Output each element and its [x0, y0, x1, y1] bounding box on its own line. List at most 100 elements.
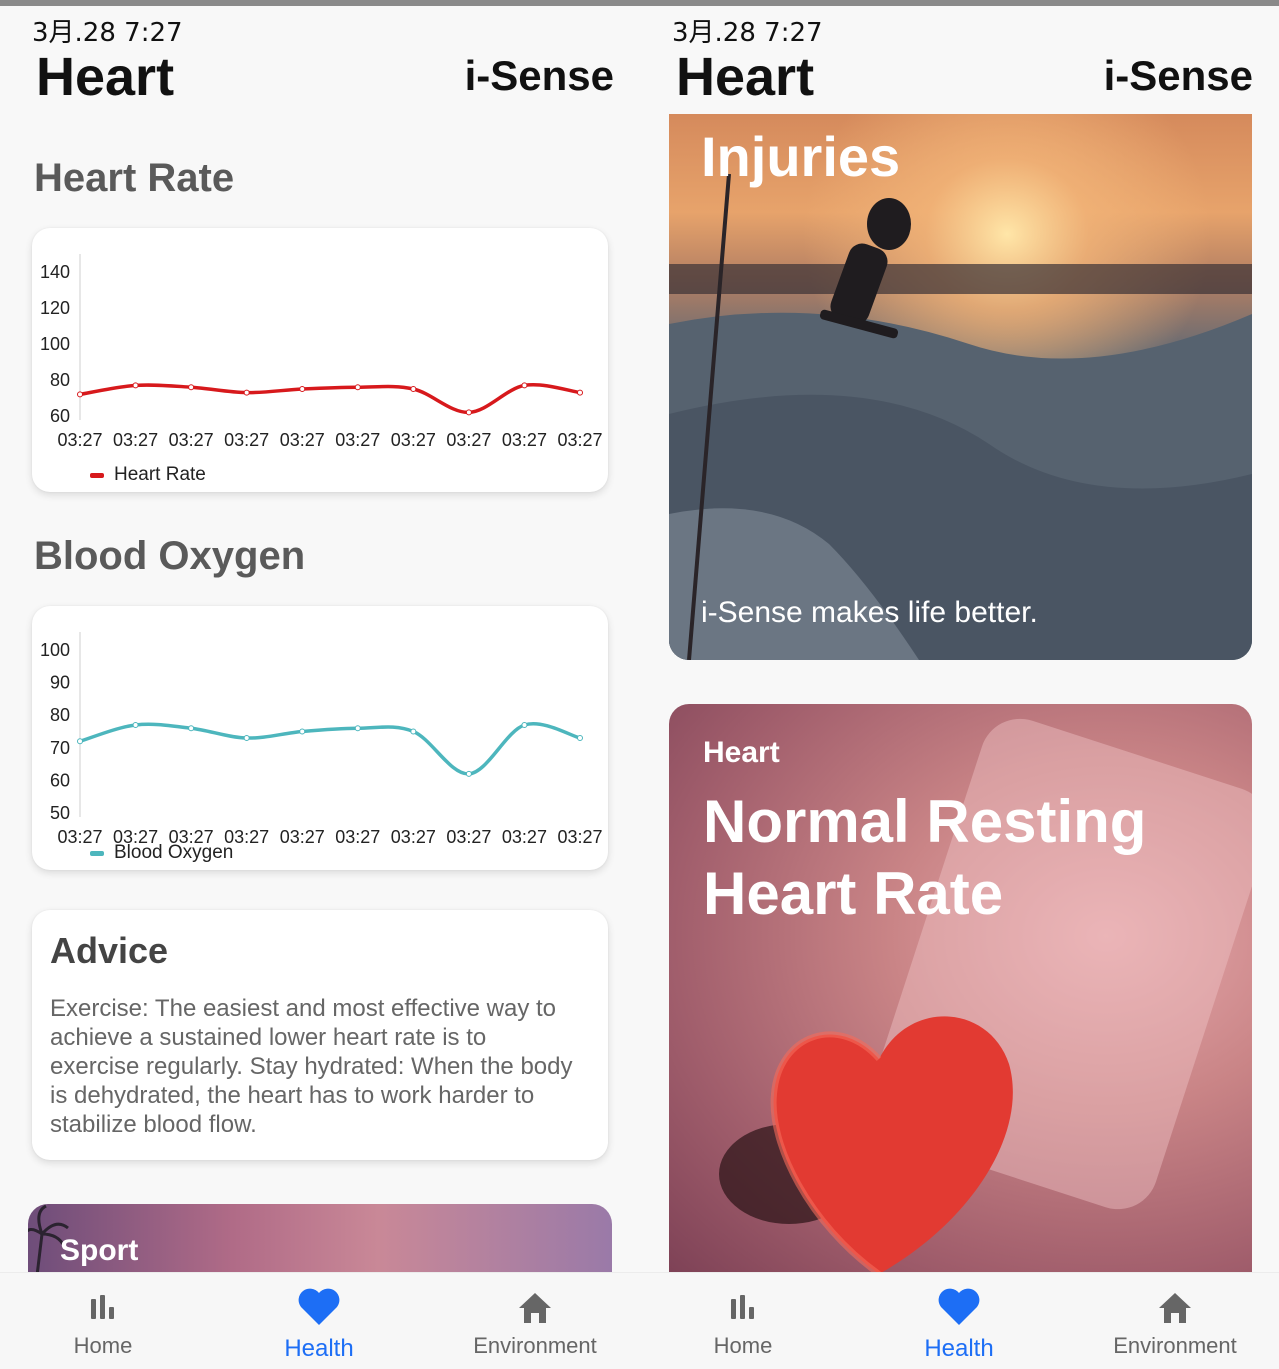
heart-rate-data-point: [77, 391, 83, 398]
heart-rate-y-tick-label: 100: [40, 334, 70, 354]
heart-rate-data-point: [132, 382, 139, 389]
heart-article-card[interactable]: Heart Normal Resting Heart Rate: [669, 704, 1252, 1284]
heart-rate-data-point: [188, 384, 195, 391]
heart-rate-x-tick-label: 03:27: [169, 430, 214, 450]
blood-oxygen-chart: 100 90 80 70 60 50 03:27 03:27 03:27 03:27 03:27 03…: [40, 632, 603, 847]
heart-rate-data-point: [521, 382, 528, 389]
nav-item-environment-label: Environment: [1113, 1333, 1237, 1358]
blood-oxygen-y-tick-label: 50: [50, 803, 70, 823]
house-icon: [519, 1293, 551, 1323]
heart-rate-chart: 140 120 100 80 60 03:27 03:27 03:27 03:27 03:27 03…: [40, 254, 603, 450]
blood-oxygen-y-tick-label: 70: [50, 738, 70, 758]
heart-rate-y-tick-label: 60: [50, 406, 70, 426]
heart-rate-x-tick-label: 03:27: [391, 430, 436, 450]
nav-item-health[interactable]: Health: [859, 1287, 1059, 1363]
heart-rate-data-point: [410, 386, 417, 392]
blood-oxygen-y-tick-label: 90: [50, 673, 70, 693]
blood-oxygen-chart-card: 100 90 80 70 60 50 03:27 03:27 03:27 03:27 03:27 03…: [32, 606, 608, 870]
bar-chart-icon: [91, 1295, 114, 1319]
heart-icon: [298, 1288, 340, 1325]
blood-oxygen-legend: Blood Oxygen: [90, 842, 233, 864]
blood-oxygen-x-tick-label: 03:27: [502, 827, 547, 847]
blood-oxygen-data-point: [465, 770, 472, 777]
heart-rate-legend: Heart Rate: [90, 464, 206, 486]
page-title: Heart: [36, 47, 175, 107]
heart-rate-x-tick-label: 03:27: [502, 430, 547, 450]
brand-logo: i-Sense: [1103, 52, 1253, 99]
heart-rate-series-line: [79, 382, 581, 415]
nav-item-environment[interactable]: Environment: [1075, 1291, 1275, 1359]
heart-rate-chart-card: 140 120 100 80 60 03:27 03:27 03:27 03:27 03:27 03…: [32, 228, 608, 492]
injuries-card[interactable]: Injuries i-Sense makes life better.: [669, 114, 1252, 660]
blood-oxygen-series-line: [79, 721, 581, 776]
blood-oxygen-x-tick-label: 03:27: [280, 827, 325, 847]
blood-oxygen-section-title: Blood Oxygen: [34, 534, 306, 578]
heart-rate-x-tick-label: 03:27: [224, 430, 269, 450]
blood-oxygen-y-tick-label: 80: [50, 705, 70, 725]
blood-oxygen-data-point: [132, 721, 139, 728]
bottom-nav: Home Health Environment: [0, 1272, 640, 1369]
blood-oxygen-data-point: [410, 728, 417, 735]
advice-card: Advice Exercise: The easiest and most ef…: [32, 910, 608, 1160]
screen-left: 3月.28 7:27 Heart i-Sense Heart Rate 140 1…: [0, 6, 640, 1369]
screen-right: 3月.28 7:27 Heart i-Sense Injuries i-Sens…: [640, 6, 1279, 1369]
heart-rate-data-point: [243, 389, 250, 396]
nav-item-health-label: Health: [924, 1335, 994, 1362]
bar-chart-icon: [731, 1295, 754, 1319]
blood-oxygen-x-tick-label: 03:27: [391, 827, 436, 847]
heart-rate-data-point: [299, 386, 306, 392]
advice-title: Advice: [50, 930, 169, 971]
nav-item-home[interactable]: Home: [643, 1291, 843, 1359]
heart-rate-x-tick-label: 03:27: [280, 430, 325, 450]
heart-rate-section-title: Heart Rate: [34, 156, 235, 200]
heart-icon: [938, 1288, 980, 1325]
blood-oxygen-y-tick-label: 60: [50, 770, 70, 790]
blood-oxygen-data-point: [354, 725, 361, 732]
advice-text: Exercise: The easiest and most effective…: [50, 995, 573, 1138]
blood-oxygen-data-point: [188, 725, 195, 732]
heart-rate-data-point: [465, 409, 472, 416]
blood-oxygen-data-point: [299, 728, 306, 735]
status-time: 3月.28 7:27: [32, 18, 183, 48]
page-title: Heart: [676, 47, 815, 107]
heart-rate-legend-label: Heart Rate: [114, 464, 206, 485]
blood-oxygen-x-tick-label: 03:27: [446, 827, 491, 847]
nav-item-health-label: Health: [284, 1335, 354, 1362]
nav-item-health[interactable]: Health: [219, 1287, 419, 1363]
house-icon: [1159, 1293, 1191, 1323]
nav-item-home[interactable]: Home: [3, 1291, 203, 1359]
heart-rate-data-point: [354, 384, 361, 391]
heart-rate-x-tick-label: 03:27: [113, 430, 158, 450]
nav-item-environment-label: Environment: [473, 1333, 597, 1358]
heart-card-headline: Normal Resting Heart Rate: [703, 788, 1147, 927]
injuries-headline: Injuries: [701, 125, 901, 188]
nav-item-environment[interactable]: Environment: [435, 1291, 635, 1359]
blood-oxygen-legend-swatch: [90, 850, 104, 856]
nav-item-home-label: Home: [713, 1333, 773, 1358]
heart-rate-x-tick-label: 03:27: [57, 430, 102, 450]
nav-item-home-label: Home: [73, 1333, 133, 1358]
brand-logo: i-Sense: [464, 52, 614, 99]
sport-card-label: Sport: [60, 1234, 139, 1267]
blood-oxygen-data-point: [577, 735, 583, 742]
status-time: 3月.28 7:27: [672, 18, 823, 48]
heart-rate-legend-swatch: [90, 472, 104, 478]
blood-oxygen-x-tick-label: 03:27: [335, 827, 380, 847]
heart-rate-y-tick-label: 140: [40, 262, 70, 282]
heart-rate-x-tick-label: 03:27: [557, 430, 602, 450]
blood-oxygen-data-point: [243, 735, 250, 742]
heart-card-kicker: Heart: [703, 736, 780, 769]
heart-rate-x-tick-label: 03:27: [335, 430, 380, 450]
heart-rate-y-tick-label: 80: [50, 370, 70, 390]
bottom-nav: Home Health Environment: [640, 1272, 1279, 1369]
blood-oxygen-data-point: [521, 721, 528, 728]
injuries-tagline: i-Sense makes life better.: [701, 596, 1038, 629]
blood-oxygen-x-tick-label: 03:27: [557, 827, 602, 847]
blood-oxygen-data-point: [77, 738, 83, 745]
heart-rate-data-point: [577, 389, 583, 396]
heart-rate-x-tick-label: 03:27: [446, 430, 491, 450]
skatepark-image: [669, 114, 1252, 660]
blood-oxygen-y-tick-label: 100: [40, 640, 70, 660]
blood-oxygen-legend-label: Blood Oxygen: [114, 842, 234, 863]
heart-rate-y-tick-label: 120: [40, 298, 70, 318]
